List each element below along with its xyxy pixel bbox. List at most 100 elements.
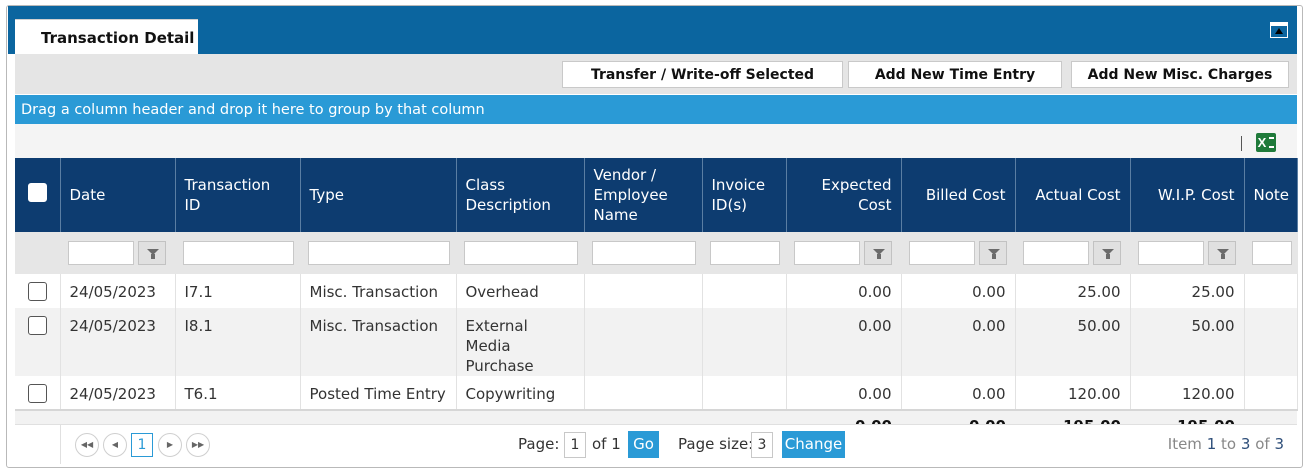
cell-type: Misc. Transaction [300,308,457,376]
excel-export-icon[interactable]: X [1256,133,1276,152]
next-page-icon[interactable]: ▶ [158,433,182,457]
cell-class-description: External Media Purchase [456,308,585,376]
cell-type: Misc. Transaction [300,274,457,308]
column-header-wip-cost[interactable]: W.I.P. Cost [1130,158,1245,232]
transfer-write-off-button[interactable]: Transfer / Write-off Selected [562,61,843,88]
cell-type: Posted Time Entry [300,376,457,410]
page-number-button[interactable]: 1 [131,433,153,457]
filter-input-class-description[interactable] [463,241,578,265]
window-icon[interactable] [1270,22,1288,38]
column-header-type[interactable]: Type [300,158,457,232]
filter-input-date[interactable] [67,241,134,265]
filter-cell-invoice [702,232,787,274]
row-select-cell [15,308,61,376]
cell-vendor [584,308,703,376]
filter-cell-class-description [456,232,585,274]
cell-class-description: Copywriting [456,376,585,410]
page-size-input[interactable]: 3 [751,432,773,458]
cell-invoice [702,376,787,410]
change-page-size-button[interactable]: Change [782,431,845,458]
cell-billed-cost: 0.00 [901,376,1016,410]
grid-icon-bar [15,124,1297,158]
filter-cell-transaction-id [175,232,301,274]
filter-input-expected[interactable] [793,241,860,265]
prev-page-icon[interactable]: ◀ [103,433,127,457]
item-total: 3 [1274,435,1284,453]
item-label: Item [1167,435,1202,453]
filter-icon[interactable] [1092,241,1121,265]
filter-icon[interactable] [137,241,166,265]
go-button[interactable]: Go [628,431,659,458]
cell-billed-cost: 0.00 [901,274,1016,308]
item-to: 3 [1240,435,1251,453]
cell-expected-cost: 0.00 [786,376,902,410]
filter-input-billed[interactable] [908,241,975,265]
cell-actual-cost: 50.00 [1015,308,1131,376]
table-row[interactable]: 24/05/2023 I7.1 Misc. Transaction Overhe… [15,274,1298,308]
page-count-label: of 1 [592,435,621,453]
column-header-vendor-employee[interactable]: Vendor / Employee Name [584,158,703,232]
column-header-billed-cost[interactable]: Billed Cost [901,158,1016,232]
column-header-class-description[interactable]: Class Description [456,158,585,232]
filter-cell-note [1244,232,1298,274]
cell-date: 24/05/2023 [60,308,176,376]
row-checkbox[interactable] [27,384,47,403]
add-time-entry-button[interactable]: Add New Time Entry [848,61,1062,88]
item-range-info: Item 1 to 3 of 3 [1168,435,1284,453]
column-header-note[interactable]: Note [1244,158,1298,232]
filter-input-transaction-id[interactable] [182,241,294,265]
filter-input-wip[interactable] [1137,241,1204,265]
filter-icon[interactable] [1207,241,1236,265]
filter-cell-expected [786,232,902,274]
tab-transaction-detail[interactable]: Transaction Detail [15,19,198,54]
table-row[interactable]: 24/05/2023 I8.1 Misc. Transaction Extern… [15,308,1298,376]
item-of-label: of [1255,435,1270,453]
cell-date: 24/05/2023 [60,274,176,308]
column-header-actual-cost[interactable]: Actual Cost [1015,158,1131,232]
cell-wip-cost: 120.00 [1130,376,1245,410]
filter-cell-select [15,232,61,274]
cell-transaction-id: I7.1 [175,274,301,308]
filter-cell-wip [1130,232,1245,274]
panel-title-bar [8,6,1297,54]
filter-input-vendor[interactable] [591,241,696,265]
cell-actual-cost: 120.00 [1015,376,1131,410]
row-select-cell [15,274,61,308]
first-page-icon[interactable]: ◀◀ [75,433,99,457]
group-by-drop-zone[interactable]: Drag a column header and drop it here to… [15,95,1297,124]
filter-input-note[interactable] [1251,241,1292,265]
column-header-invoice-ids[interactable]: Invoice ID(s) [702,158,787,232]
cell-note [1244,308,1298,376]
table-row[interactable]: 24/05/2023 T6.1 Posted Time Entry Copywr… [15,376,1298,410]
filter-cell-date [60,232,176,274]
cell-note [1244,376,1298,410]
last-page-icon[interactable]: ▶▶ [186,433,210,457]
cell-billed-cost: 0.00 [901,308,1016,376]
cell-invoice [702,308,787,376]
row-checkbox[interactable] [27,282,47,301]
cell-wip-cost: 50.00 [1130,308,1245,376]
add-misc-charges-button[interactable]: Add New Misc. Charges [1071,61,1289,88]
filter-input-invoice[interactable] [709,241,780,265]
select-all-checkbox[interactable] [27,183,47,202]
page-input[interactable]: 1 [564,432,586,458]
cell-vendor [584,376,703,410]
page-label: Page: [518,435,560,453]
filter-cell-actual [1015,232,1131,274]
item-to-label: to [1221,435,1237,453]
row-checkbox[interactable] [27,316,47,335]
filter-input-actual[interactable] [1022,241,1089,265]
filter-input-type[interactable] [307,241,450,265]
cell-note [1244,274,1298,308]
cell-vendor [584,274,703,308]
column-header-expected-cost[interactable]: Expected Cost [786,158,902,232]
cell-transaction-id: I8.1 [175,308,301,376]
filter-icon[interactable] [978,241,1007,265]
page-size-label: Page size: [678,435,754,453]
column-header-transaction-id[interactable]: Transaction ID [175,158,301,232]
cell-actual-cost: 25.00 [1015,274,1131,308]
column-header-date[interactable]: Date [60,158,176,232]
filter-row [15,232,1298,274]
toolbar-divider [1241,136,1242,151]
filter-icon[interactable] [863,241,892,265]
